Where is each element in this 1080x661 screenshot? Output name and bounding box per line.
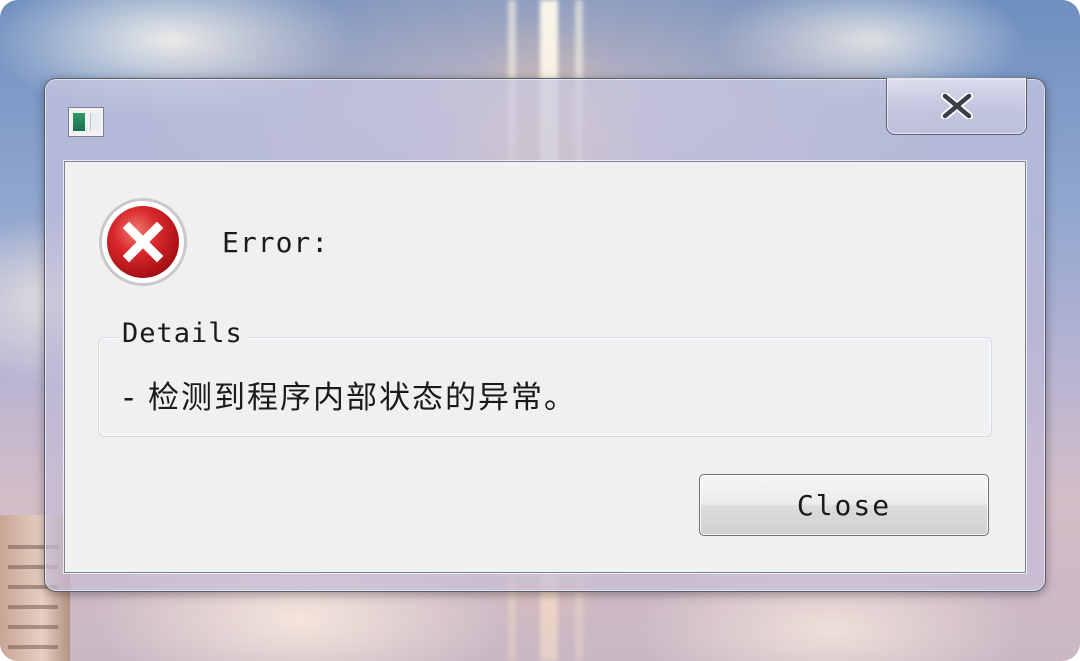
error-dialog-window: Error: Details - 检测到程序内部状态的异常。 Close bbox=[44, 78, 1046, 592]
error-label: Error: bbox=[222, 226, 330, 259]
dialog-client-area: Error: Details - 检测到程序内部状态的异常。 Close bbox=[64, 161, 1026, 573]
error-circle-icon bbox=[97, 196, 189, 288]
details-message: - 检测到程序内部状态的异常。 bbox=[123, 380, 578, 416]
close-button[interactable]: Close bbox=[699, 474, 989, 536]
details-legend: Details bbox=[118, 318, 249, 349]
close-x-icon bbox=[940, 93, 973, 119]
details-group: Details - 检测到程序内部状态的异常。 bbox=[98, 318, 992, 437]
close-window-button[interactable] bbox=[886, 78, 1027, 135]
window-app-icon bbox=[68, 107, 104, 137]
